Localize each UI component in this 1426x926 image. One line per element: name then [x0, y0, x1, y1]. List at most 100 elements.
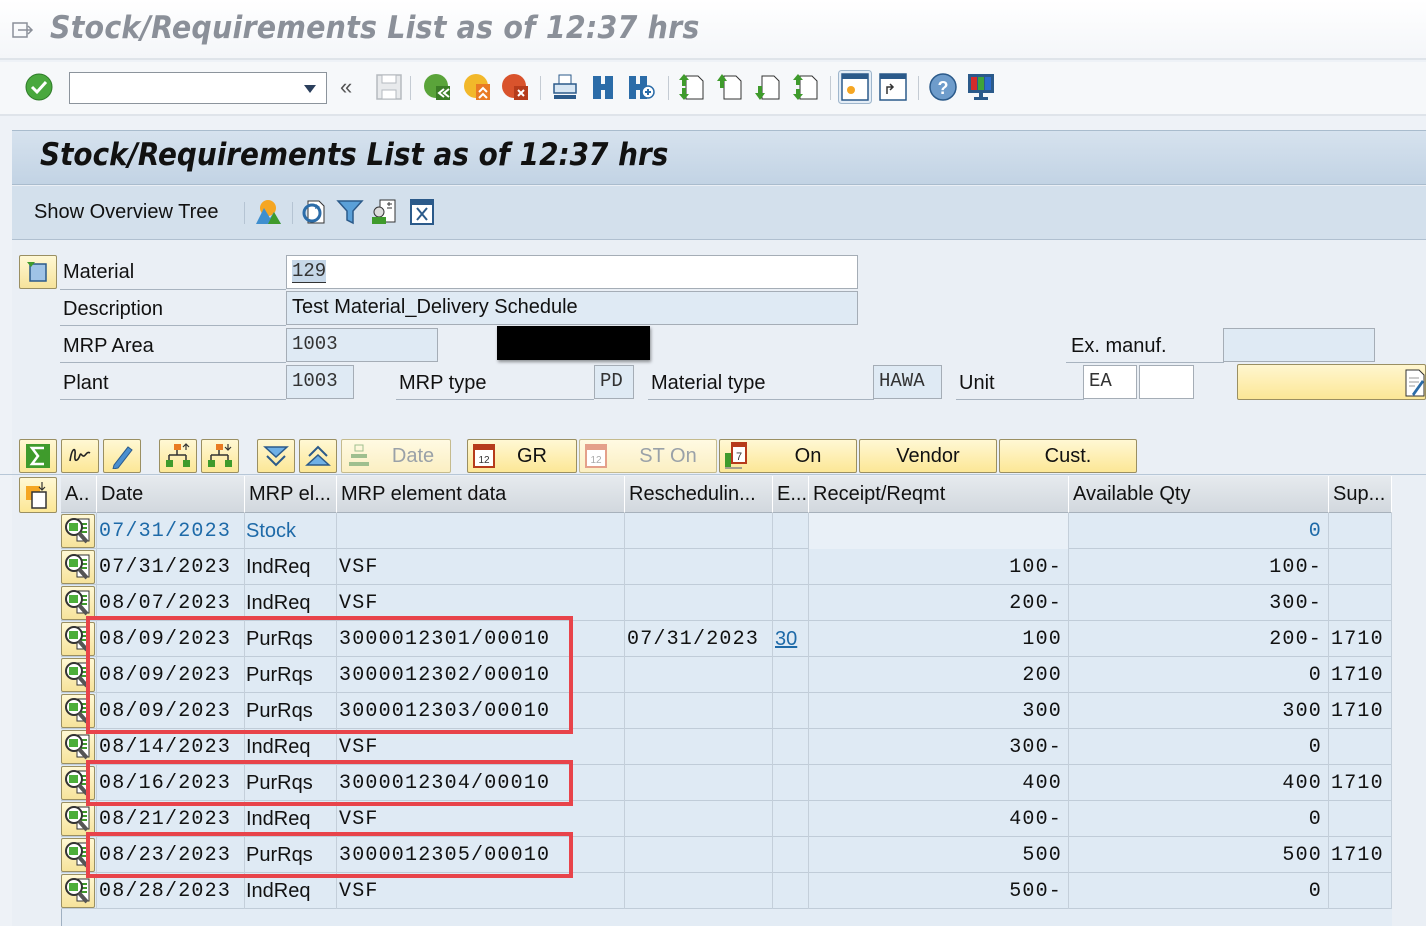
details-magnifier-icon[interactable] — [61, 550, 95, 584]
total-button[interactable] — [19, 439, 57, 473]
shortcut-icon[interactable] — [878, 72, 908, 102]
filter-icon[interactable] — [336, 198, 364, 226]
separator — [244, 202, 245, 224]
collapse-up-icon — [305, 445, 331, 466]
table-row[interactable]: 07/31/2023 IndReq VSF 100- 100- — [61, 549, 1392, 585]
st-on-button[interactable]: 12 ST On — [579, 439, 717, 473]
rescheduling-cell — [625, 873, 773, 909]
help-icon[interactable]: ? — [928, 72, 958, 102]
gr-button[interactable]: 12 GR — [467, 439, 577, 473]
column-header-date[interactable]: Date — [97, 476, 245, 513]
svg-text:7: 7 — [736, 451, 742, 463]
signature-icon — [69, 448, 91, 462]
table-row[interactable]: 07/31/2023 Stock 0 — [61, 513, 1392, 549]
vendor-button[interactable]: Vendor — [859, 439, 997, 473]
edit-button[interactable] — [103, 439, 141, 473]
material-input[interactable]: 129 — [286, 255, 858, 289]
find-icon[interactable] — [588, 72, 618, 102]
print-icon[interactable] — [550, 72, 580, 102]
back-icon[interactable] — [422, 72, 452, 102]
user-settings-icon[interactable] — [370, 198, 398, 226]
svg-text:12: 12 — [478, 455, 490, 466]
menu-icon[interactable] — [12, 22, 34, 38]
exception-cell[interactable] — [773, 729, 809, 765]
enter-check-icon[interactable] — [24, 72, 54, 102]
plant-field: 1003 — [286, 365, 354, 399]
exception-cell[interactable] — [773, 657, 809, 693]
hide-icon[interactable] — [408, 198, 436, 226]
command-field[interactable] — [69, 72, 327, 104]
rescheduling-cell — [625, 657, 773, 693]
supplier-cell — [1329, 549, 1392, 585]
cust-button[interactable]: Cust. — [999, 439, 1137, 473]
rescheduling-cell — [625, 729, 773, 765]
first-page-icon[interactable] — [676, 72, 706, 102]
next-page-icon[interactable] — [752, 72, 782, 102]
material-select-button[interactable] — [19, 255, 57, 289]
column-header-mrp-element[interactable]: MRP el... — [245, 476, 337, 513]
table-row[interactable]: 08/28/2023 IndReq VSF 500- 0 — [61, 873, 1392, 909]
receipt-reqmt-cell: 500 — [809, 837, 1069, 873]
column-header-exception[interactable]: E... — [773, 476, 809, 513]
exception-cell[interactable] — [773, 801, 809, 837]
mrp-element-data-cell: VSF — [337, 549, 625, 585]
receipt-reqmt-cell: 300- — [809, 729, 1069, 765]
column-header-supplier[interactable]: Sup... — [1329, 476, 1392, 513]
receipt-reqmt-cell: 200 — [809, 657, 1069, 693]
hierarchy-up-icon — [166, 443, 190, 467]
rescheduling-cell — [625, 585, 773, 621]
previous-page-icon[interactable] — [714, 72, 744, 102]
planning-scenario-icon[interactable] — [254, 198, 282, 226]
customize-layout-icon[interactable] — [966, 72, 996, 102]
column-header-rescheduling[interactable]: Reschedulin... — [625, 476, 773, 513]
details-magnifier-icon[interactable] — [61, 802, 95, 836]
cancel-icon[interactable] — [500, 72, 530, 102]
exception-cell[interactable] — [773, 513, 809, 549]
rescheduling-cell — [625, 837, 773, 873]
column-header-a[interactable]: A.. — [61, 476, 97, 513]
exception-cell[interactable] — [773, 693, 809, 729]
column-header-available-qty[interactable]: Available Qty — [1069, 476, 1329, 513]
command-dropdown-icon[interactable] — [304, 85, 316, 93]
plant-label: Plant — [63, 372, 109, 394]
on-button[interactable]: 7 On — [719, 439, 857, 473]
supplier-cell: 1710 — [1329, 765, 1392, 801]
collapse-chevron-icon[interactable]: « — [340, 74, 352, 100]
calendar-icon: 12 — [473, 444, 495, 468]
highlight-annotation-box — [86, 616, 573, 734]
available-qty-cell: 0 — [1069, 873, 1329, 909]
date-button[interactable]: Date — [341, 439, 451, 473]
exception-cell[interactable] — [773, 585, 809, 621]
column-header-mrp-element-data[interactable]: MRP element data — [337, 476, 625, 513]
long-text-button[interactable] — [1237, 364, 1426, 400]
details-magnifier-icon[interactable] — [61, 874, 95, 908]
exit-icon[interactable] — [462, 72, 492, 102]
column-header-receipt-reqmt[interactable]: Receipt/Reqmt — [809, 476, 1069, 513]
details-magnifier-icon[interactable] — [61, 514, 95, 548]
show-overview-tree-button[interactable]: Show Overview Tree — [34, 201, 219, 224]
expand-all-button[interactable] — [257, 439, 295, 473]
details-magnifier-icon[interactable] — [61, 586, 95, 620]
exception-cell[interactable] — [773, 837, 809, 873]
layout-button[interactable] — [19, 477, 57, 513]
expand-hierarchy-button[interactable] — [159, 439, 197, 473]
exception-cell[interactable]: 30 — [773, 621, 809, 657]
separator — [540, 76, 541, 100]
find-next-icon[interactable] — [626, 72, 656, 102]
collapse-hierarchy-button[interactable] — [201, 439, 239, 473]
exception-cell[interactable] — [773, 549, 809, 585]
details-magnifier-icon[interactable] — [61, 730, 95, 764]
exception-cell[interactable] — [773, 765, 809, 801]
hierarchy-down-icon — [208, 444, 232, 467]
supplier-cell — [1329, 801, 1392, 837]
signature-button[interactable] — [61, 439, 99, 473]
new-session-icon[interactable] — [838, 70, 872, 104]
exception-cell[interactable] — [773, 873, 809, 909]
save-icon[interactable] — [374, 72, 404, 102]
rescheduling-cell — [625, 549, 773, 585]
last-page-icon[interactable] — [790, 72, 820, 102]
refresh-icon[interactable] — [300, 198, 328, 226]
label-underline — [1066, 362, 1224, 363]
screen-title: Stock/Requirements List as of 12:37 hrs — [40, 137, 669, 173]
collapse-all-button[interactable] — [299, 439, 337, 473]
